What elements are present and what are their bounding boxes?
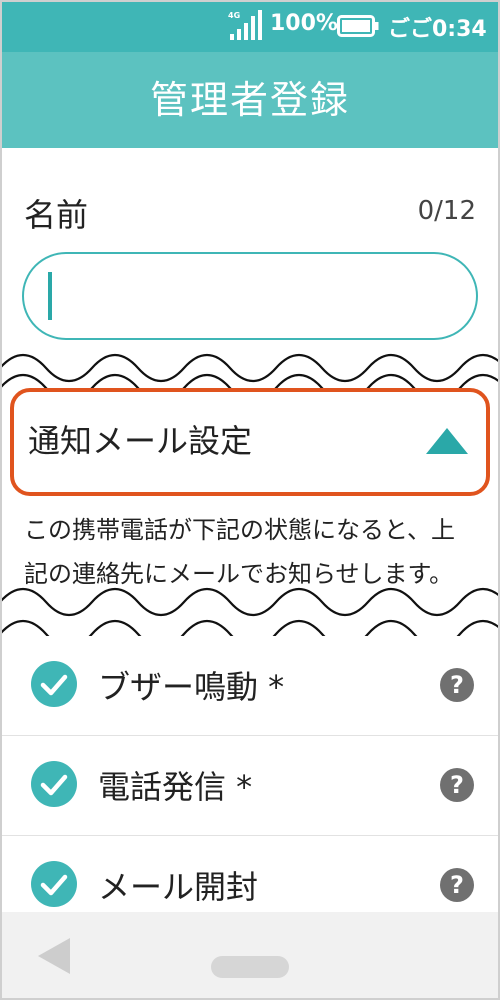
option-label: 電話発信 * [98,768,253,806]
option-label: メール開封 [98,868,259,906]
checked-circle-icon[interactable] [30,860,78,908]
name-char-counter: 0/12 [417,196,476,226]
option-label: ブザー鳴動 * [98,668,285,706]
status-bar: 4G 100% ごご0:34 [0,0,500,52]
name-label: 名前 [24,196,89,234]
svg-text:?: ? [450,671,464,699]
text-caret [48,272,52,320]
svg-text:?: ? [450,771,464,799]
svg-text:?: ? [450,871,464,899]
page-title: 管理者登録 [149,78,350,122]
app-header: 管理者登録 [0,52,500,148]
battery-percent: 100% [270,11,338,36]
notification-settings-title: 通知メール設定 [28,422,253,460]
option-row-buzzer[interactable]: ブザー鳴動 * ? [0,636,500,736]
help-icon[interactable]: ? [440,868,474,902]
status-time: ごご0:34 [388,17,487,42]
checked-circle-icon[interactable] [30,660,78,708]
collapse-triangle-icon[interactable] [426,428,468,454]
network-type-label: 4G [228,11,240,20]
name-input[interactable] [22,252,478,340]
help-icon[interactable]: ? [440,668,474,702]
help-icon[interactable]: ? [440,768,474,802]
option-row-phone-call[interactable]: 電話発信 * ? [0,736,500,836]
home-button[interactable] [211,956,289,978]
battery-icon [337,15,379,37]
notification-settings-header[interactable]: 通知メール設定 [10,388,490,496]
checked-circle-icon[interactable] [30,760,78,808]
navigation-bar [0,912,500,1000]
back-triangle-icon[interactable] [38,938,70,974]
signal-icon: 4G [228,10,262,40]
